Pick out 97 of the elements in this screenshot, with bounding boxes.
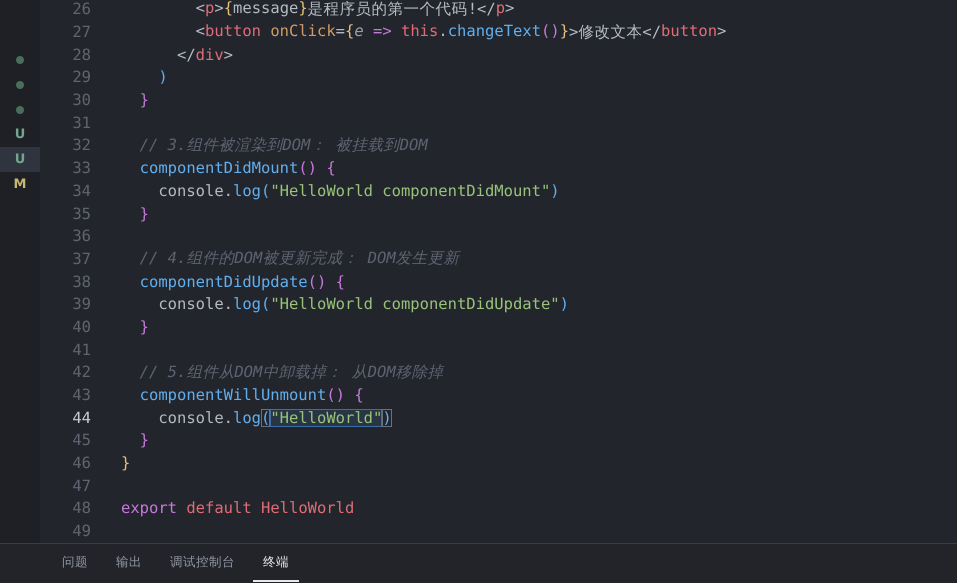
code-token: } bbox=[560, 22, 570, 42]
code-token: . bbox=[438, 22, 448, 42]
code-token: = bbox=[336, 22, 345, 42]
line-number: 47 bbox=[71, 476, 91, 495]
code-token: // 3.组件被渲染到DOM： 被挂载到DOM bbox=[138, 134, 428, 156]
code-token: "HelloWorld componentDidMount" bbox=[270, 182, 550, 200]
line-number: 41 bbox=[71, 340, 91, 359]
code-token: } bbox=[138, 431, 149, 450]
panel-tab[interactable]: 输出 bbox=[106, 545, 152, 582]
code-token: () bbox=[298, 159, 317, 178]
panel-tab[interactable]: 问题 bbox=[52, 545, 98, 582]
code-token: default bbox=[185, 499, 252, 518]
code-token: button bbox=[661, 22, 718, 42]
code-token: => bbox=[372, 22, 392, 42]
code-token: log bbox=[232, 408, 261, 427]
code-token: ) bbox=[560, 295, 569, 314]
code-token: div bbox=[196, 46, 224, 64]
line-number: 48 bbox=[71, 499, 91, 518]
code-token: // 4.组件的DOM被更新完成： DOM发生更新 bbox=[138, 248, 460, 270]
code-token: e bbox=[354, 22, 364, 42]
line-number: 32 bbox=[71, 136, 91, 154]
git-status-letter[interactable]: U bbox=[14, 152, 26, 167]
line-number: 49 bbox=[71, 522, 91, 540]
code-token: componentWillUnmount bbox=[138, 386, 326, 404]
code-token: componentDidUpdate bbox=[138, 272, 308, 291]
code-token: log bbox=[232, 295, 261, 314]
code-token: ( bbox=[260, 182, 270, 200]
code-token: ( bbox=[260, 408, 270, 427]
panel-tab[interactable]: 终端 bbox=[253, 545, 299, 582]
code-token: > bbox=[214, 0, 224, 19]
line-number: 45 bbox=[71, 431, 91, 450]
code-token: // 5.组件从DOM中卸载掉： 从DOM移除掉 bbox=[138, 362, 444, 383]
code-token: { bbox=[325, 159, 336, 178]
code-token: console. bbox=[157, 182, 233, 200]
code-token: message bbox=[233, 0, 298, 19]
code-token: } bbox=[298, 0, 308, 19]
line-number: 30 bbox=[71, 91, 91, 110]
code-token: > bbox=[505, 0, 514, 19]
line-number: 33 bbox=[71, 159, 91, 178]
line-number: 28 bbox=[71, 46, 91, 64]
code-token: this bbox=[400, 22, 438, 42]
line-number: 42 bbox=[71, 363, 91, 382]
code-token: p bbox=[205, 0, 214, 19]
line-number: 44 bbox=[71, 408, 91, 427]
line-number: 39 bbox=[71, 295, 91, 314]
code-token: "HelloWorld" bbox=[270, 408, 382, 427]
code-token: export bbox=[121, 499, 177, 518]
code-token: { bbox=[353, 386, 364, 404]
marker-row[interactable]: M bbox=[0, 172, 40, 197]
code-token: console. bbox=[157, 295, 233, 314]
code-token: } bbox=[138, 91, 149, 110]
line-number: 46 bbox=[71, 454, 91, 472]
code-token: </ bbox=[176, 46, 196, 64]
marker-row[interactable]: U bbox=[0, 147, 40, 172]
marker-row[interactable]: U bbox=[0, 122, 40, 147]
code-token: < bbox=[194, 22, 205, 42]
code-token: () bbox=[308, 272, 326, 291]
line-number: 29 bbox=[71, 68, 91, 86]
code-token: p bbox=[496, 0, 506, 19]
code-token: ) bbox=[157, 68, 168, 86]
git-status-letter[interactable]: M bbox=[14, 177, 26, 192]
line-number: 40 bbox=[71, 318, 91, 336]
code-token: } bbox=[138, 318, 149, 336]
code-token: ( bbox=[260, 295, 270, 314]
line-number: 26 bbox=[71, 0, 91, 18]
code-token: { bbox=[334, 272, 345, 291]
code-token: button bbox=[205, 22, 261, 42]
code-token: HelloWorld bbox=[260, 499, 354, 518]
line-number: 31 bbox=[71, 114, 91, 132]
code-token: ) bbox=[550, 182, 560, 200]
line-number: 36 bbox=[71, 227, 91, 246]
code-token: < bbox=[194, 0, 205, 19]
code-token: "HelloWorld componentDidUpdate" bbox=[270, 295, 560, 314]
code-token: } bbox=[121, 454, 130, 472]
code-token: { bbox=[345, 22, 354, 42]
code-token: 是程序员的第一个代码!</ bbox=[308, 0, 496, 20]
line-number: 43 bbox=[71, 386, 91, 404]
line-number: 27 bbox=[71, 23, 91, 42]
code-token: componentDidMount bbox=[138, 159, 298, 178]
code-token: console. bbox=[157, 408, 233, 427]
code-token: ) bbox=[382, 408, 392, 427]
code-token: >修改文本</ bbox=[569, 22, 662, 43]
line-number: 37 bbox=[71, 250, 91, 268]
panel-tab[interactable]: 调试控制台 bbox=[160, 545, 245, 582]
code-token: onClick bbox=[269, 22, 336, 42]
code-token: > bbox=[224, 46, 233, 64]
code-token: () bbox=[326, 386, 345, 404]
git-status-letter[interactable]: U bbox=[14, 127, 26, 142]
line-number: 34 bbox=[71, 182, 91, 200]
code-token: > bbox=[717, 22, 726, 42]
code-token: () bbox=[541, 22, 560, 42]
code-token: } bbox=[138, 204, 149, 223]
code-token: log bbox=[232, 182, 261, 200]
line-number: 35 bbox=[71, 204, 91, 223]
code-token: { bbox=[224, 0, 234, 19]
code-token: changeText bbox=[448, 22, 542, 42]
line-number: 38 bbox=[71, 272, 91, 291]
